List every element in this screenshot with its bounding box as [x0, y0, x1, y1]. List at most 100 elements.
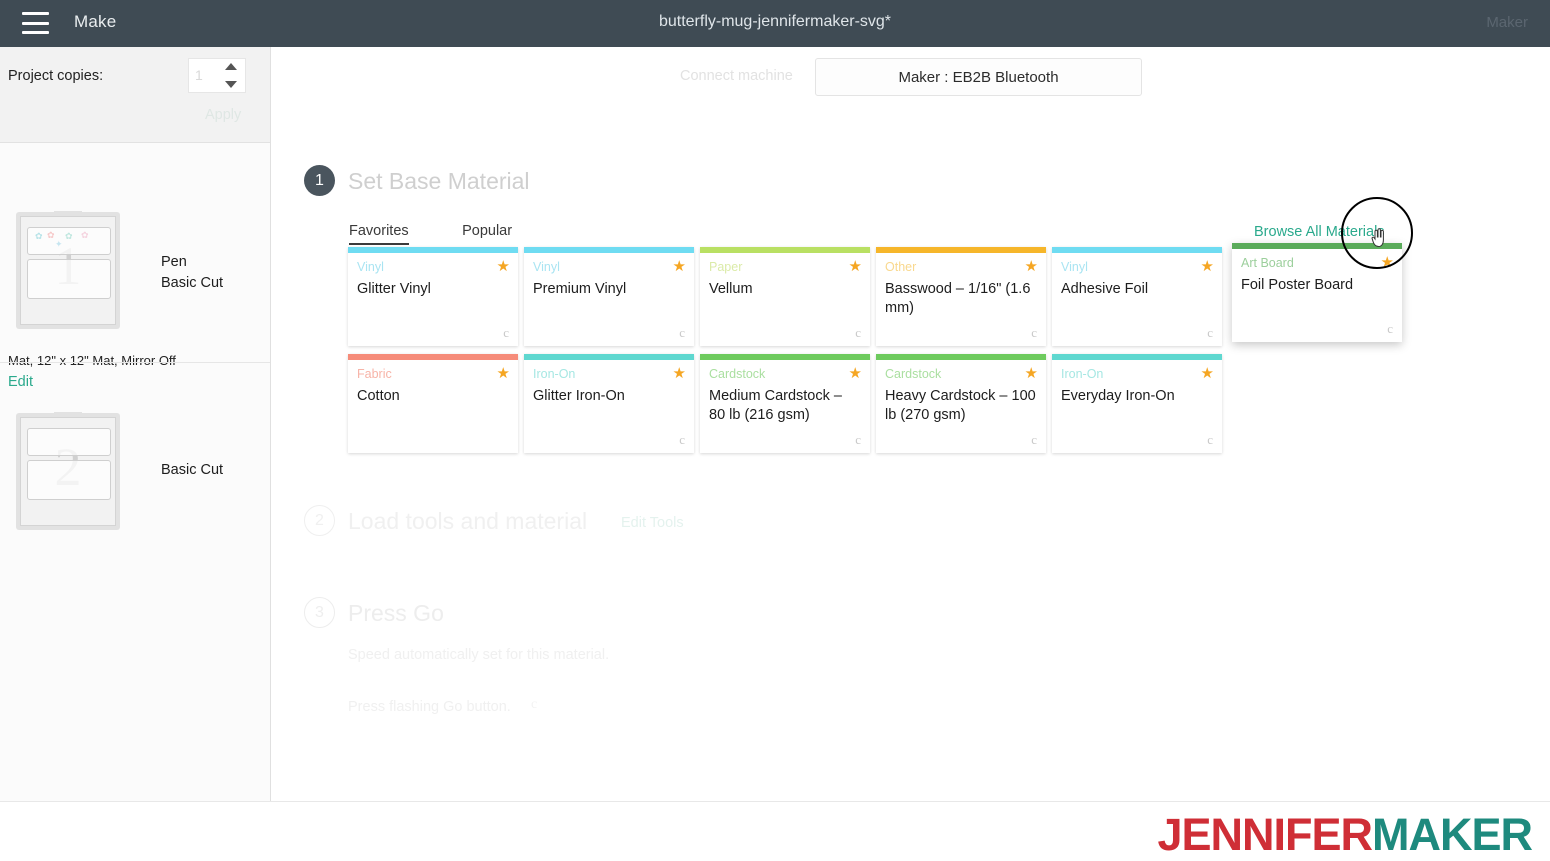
mat-operation-line: Pen [161, 254, 187, 270]
connect-machine-row: Connect machine Maker : EB2B Bluetooth [271, 47, 1550, 107]
material-card[interactable]: Vinyl ★ Premium Vinyl c [524, 247, 694, 346]
material-category-color-bar [1052, 247, 1222, 253]
material-name: Basswood – 1/16" (1.6 mm) [885, 281, 1031, 316]
tab-favorites[interactable]: Favorites [349, 223, 409, 245]
left-sidebar: Project copies: 1 Apply 1 ✿ ✿ ✿ ✿ ✦ [0, 47, 271, 801]
logo-maker-text: MAKER [1372, 809, 1533, 860]
cricut-mark-icon: c [679, 325, 685, 340]
cricut-mark-icon: c [1387, 321, 1393, 336]
material-category-color-bar [1052, 354, 1222, 360]
favorite-star-icon[interactable]: ★ [1201, 364, 1214, 382]
mat-thumbnail-2[interactable]: 2 [16, 412, 120, 530]
stepper-down-icon[interactable] [225, 81, 237, 88]
material-category-color-bar [1232, 243, 1402, 249]
material-category-label: Paper [709, 260, 743, 274]
cricut-mark-icon: c [1207, 325, 1213, 340]
cricut-mark-icon: c [679, 432, 685, 447]
favorite-star-icon[interactable]: ★ [1381, 253, 1394, 271]
app-top-bar: Make butterfly-mug-jennifermaker-svg* Ma… [0, 0, 1550, 47]
material-category-color-bar [876, 247, 1046, 253]
material-name: Premium Vinyl [533, 281, 627, 297]
material-card[interactable]: Cardstock ★ Medium Cardstock – 80 lb (216 … [700, 354, 870, 453]
material-category-color-bar [700, 354, 870, 360]
material-category-color-bar [348, 247, 518, 253]
material-name: Cotton [357, 388, 400, 404]
favorite-star-icon[interactable]: ★ [497, 364, 510, 382]
favorite-star-icon[interactable]: ★ [497, 257, 510, 275]
material-name: Vellum [709, 281, 753, 297]
material-name: Medium Cardstock – 80 lb (216 gsm) [709, 388, 842, 423]
footer-band: JENNIFERMAKER [0, 801, 1550, 861]
stepper-arrows[interactable] [223, 62, 241, 89]
material-card[interactable]: Fabric ★ Cotton [348, 354, 518, 453]
material-name: Glitter Iron-On [533, 388, 625, 404]
step-3-title: Press Go [348, 600, 444, 626]
project-copies-label: Project copies: [8, 68, 104, 84]
stepper-up-icon[interactable] [225, 63, 237, 70]
machine-name-label: Maker [1486, 14, 1528, 31]
tab-popular[interactable]: Popular [462, 223, 512, 243]
project-copies-stepper[interactable]: 1 [188, 58, 246, 93]
mat-operations-2: Basic Cut [161, 460, 223, 481]
material-card[interactable]: Iron-On ★ Glitter Iron-On c [524, 354, 694, 453]
speed-note: Speed automatically set for this materia… [348, 647, 610, 663]
material-tabs[interactable]: Favorites Popular [349, 222, 561, 245]
material-name: Everyday Iron-On [1061, 388, 1175, 404]
material-category-label: Cardstock [885, 367, 942, 381]
favorite-star-icon[interactable]: ★ [1201, 257, 1214, 275]
mat-operation-line: Basic Cut [161, 275, 224, 292]
machine-select-button[interactable]: Maker : EB2B Bluetooth [815, 58, 1142, 96]
material-category-color-bar [524, 247, 694, 253]
material-name: Glitter Vinyl [357, 281, 431, 297]
edit-tools-link[interactable]: Edit Tools [621, 515, 684, 531]
cricut-mark-icon: c [531, 697, 538, 712]
document-title: butterfly-mug-jennifermaker-svg* [658, 13, 892, 30]
material-card[interactable]: Vinyl ★ Glitter Vinyl c [348, 247, 518, 346]
mat-thumbnail-1[interactable]: 1 ✿ ✿ ✿ ✿ ✦ [16, 211, 120, 329]
material-category-label: Fabric [357, 367, 392, 381]
material-category-label: Vinyl [357, 260, 384, 274]
favorite-star-icon[interactable]: ★ [1025, 257, 1038, 275]
favorite-star-icon[interactable]: ★ [849, 257, 862, 275]
material-category-label: Vinyl [533, 260, 560, 274]
project-copies-value: 1 [195, 67, 203, 83]
cricut-mark-icon: c [1207, 432, 1213, 447]
footer-divider [0, 801, 1550, 802]
material-category-color-bar [524, 354, 694, 360]
cricut-mark-icon: c [1031, 325, 1037, 340]
step-3-number: 3 [304, 597, 335, 628]
material-category-label: Other [885, 260, 917, 274]
material-name: Adhesive Foil [1061, 281, 1149, 297]
material-card[interactable]: Cardstock ★ Heavy Cardstock – 100 lb (270 … [876, 354, 1046, 453]
step-2-number: 2 [304, 505, 335, 536]
step-2-title: Load tools and material [348, 508, 588, 534]
material-category-label: Cardstock [709, 367, 766, 381]
material-category-label: Iron-On [1061, 367, 1104, 381]
cricut-mark-icon: c [855, 325, 861, 340]
material-card[interactable]: Vinyl ★ Adhesive Foil c [1052, 247, 1222, 346]
favorite-star-icon[interactable]: ★ [849, 364, 862, 382]
material-card[interactable]: Paper ★ Vellum c [700, 247, 870, 346]
material-card[interactable]: Art Board ★ Foil Poster Board c [1232, 243, 1402, 342]
material-card[interactable]: Iron-On ★ Everyday Iron-On c [1052, 354, 1222, 453]
favorite-star-icon[interactable]: ★ [1025, 364, 1038, 382]
step-1-number: 1 [304, 165, 335, 196]
project-copies-panel: Project copies: 1 Apply [0, 47, 270, 143]
material-name: Foil Poster Board [1241, 277, 1354, 293]
favorite-star-icon[interactable]: ★ [673, 257, 686, 275]
cricut-mark-icon: c [855, 432, 861, 447]
jennifermaker-logo: JENNIFERMAKER [1157, 809, 1533, 861]
material-category-color-bar [876, 354, 1046, 360]
mat-card-2[interactable]: 2 Basic Cut [0, 363, 270, 563]
favorite-star-icon[interactable]: ★ [673, 364, 686, 382]
press-go-note: Press flashing Go button. [348, 699, 511, 715]
browse-all-materials-link[interactable]: Browse All Materials [1254, 224, 1385, 240]
main-panel: Connect machine Maker : EB2B Bluetooth 1… [271, 47, 1550, 801]
apply-button[interactable]: Apply [205, 107, 241, 123]
cricut-mark-icon: c [503, 325, 509, 340]
material-category-color-bar [700, 247, 870, 253]
mat-operations-1: Pen Basic Cut [161, 252, 223, 294]
material-card[interactable]: Other ★ Basswood – 1/16" (1.6 mm) c [876, 247, 1046, 346]
step-1-title: Set Base Material [348, 168, 530, 194]
material-category-label: Vinyl [1061, 260, 1088, 274]
